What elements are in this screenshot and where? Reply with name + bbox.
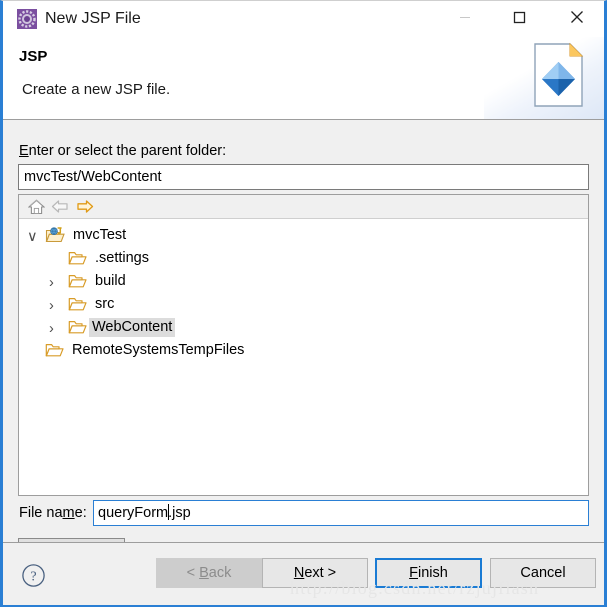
file-name-label-post: e: — [74, 505, 87, 521]
chevron-right-icon[interactable]: › — [49, 298, 61, 314]
file-name-value-post: .jsp — [168, 505, 191, 521]
folder-icon — [68, 273, 87, 289]
page-title: JSP — [19, 48, 48, 65]
wizard-header: JSP Create a new JSP file. — [3, 37, 604, 120]
tree-item-label: mvcTest — [73, 227, 127, 243]
finish-button[interactable]: Finish — [375, 558, 482, 588]
chevron-right-icon[interactable]: › — [49, 321, 61, 337]
cancel-button[interactable]: Cancel — [490, 558, 596, 588]
minimize-icon — [460, 17, 470, 18]
file-name-value-pre: queryForm — [98, 505, 169, 521]
next-button[interactable]: Next > — [262, 558, 368, 588]
maximize-icon — [513, 11, 525, 23]
web-project-icon — [45, 227, 65, 243]
page-description: Create a new JSP file. — [22, 81, 171, 98]
parent-folder-label: Enter or select the parent folder: — [19, 143, 226, 159]
tree-item-mvctest[interactable]: ∨ mvcTest — [19, 224, 588, 247]
chevron-right-icon[interactable]: › — [49, 275, 61, 291]
file-name-input[interactable]: queryForm.jsp — [93, 500, 589, 526]
tree-item-label: WebContent — [89, 318, 176, 337]
parent-folder-label-rest: nter or select the parent folder: — [28, 143, 227, 159]
chevron-down-icon[interactable]: ∨ — [27, 229, 39, 245]
help-icon[interactable]: ? — [21, 563, 46, 588]
new-jsp-file-dialog: New JSP File JSP Create a new JSP file. — [0, 0, 607, 607]
forward-arrow-icon[interactable] — [76, 198, 94, 215]
wizard-body: Enter or select the parent folder: mvcTe… — [3, 120, 604, 567]
next-button-mnemonic: N — [293, 565, 305, 581]
parent-folder-input[interactable]: mvcTest/WebContent — [18, 164, 589, 190]
back-button-rest: ack — [208, 565, 232, 581]
folder-icon — [68, 296, 87, 312]
cancel-button-label: Cancel — [520, 565, 566, 581]
folder-icon — [45, 342, 64, 358]
finish-button-rest: inish — [418, 565, 448, 581]
close-icon — [571, 11, 583, 23]
tree-item-label: .settings — [95, 250, 149, 266]
tree-item-remotesystemstempfiles[interactable]: RemoteSystemsTempFiles — [19, 339, 588, 362]
back-arrow-icon[interactable] — [51, 198, 69, 215]
file-name-label-mnemonic: m — [62, 505, 75, 521]
back-button-prefix: < — [186, 565, 200, 581]
folder-tree-panel: ∨ mvcTest .settings › build › src › WebC… — [18, 194, 589, 496]
back-button-mnemonic: B — [199, 565, 209, 581]
tree-toolbar — [19, 195, 588, 219]
file-name-label: File name: — [19, 505, 87, 521]
title-bar: New JSP File — [3, 1, 604, 37]
back-button[interactable]: < Back — [156, 558, 262, 588]
tree-item-settings[interactable]: .settings — [19, 247, 588, 270]
maximize-button[interactable] — [496, 1, 542, 33]
tree-item-label: RemoteSystemsTempFiles — [72, 342, 245, 358]
folder-icon — [68, 250, 87, 266]
tree-item-label: src — [95, 296, 115, 312]
parent-folder-label-mnemonic: E — [19, 143, 29, 159]
tree-item-label: build — [95, 273, 126, 289]
svg-text:?: ? — [30, 569, 36, 584]
jsp-wizard-icon — [16, 8, 38, 30]
tree-item-webcontent[interactable]: › WebContent — [19, 316, 588, 339]
file-name-label-pre: File na — [19, 505, 63, 521]
close-button[interactable] — [554, 1, 600, 33]
tree-item-build[interactable]: › build — [19, 270, 588, 293]
home-icon[interactable] — [27, 198, 45, 215]
folder-tree[interactable]: ∨ mvcTest .settings › build › src › WebC… — [19, 219, 588, 362]
finish-button-mnemonic: F — [409, 565, 419, 581]
dialog-footer: ? < Back Next > Finish Cancel — [3, 543, 604, 605]
next-button-rest: ext > — [304, 565, 337, 581]
tree-item-src[interactable]: › src — [19, 293, 588, 316]
jsp-document-icon — [532, 42, 586, 110]
window-title: New JSP File — [45, 10, 141, 27]
minimize-button[interactable] — [442, 1, 488, 33]
folder-icon — [68, 319, 87, 335]
